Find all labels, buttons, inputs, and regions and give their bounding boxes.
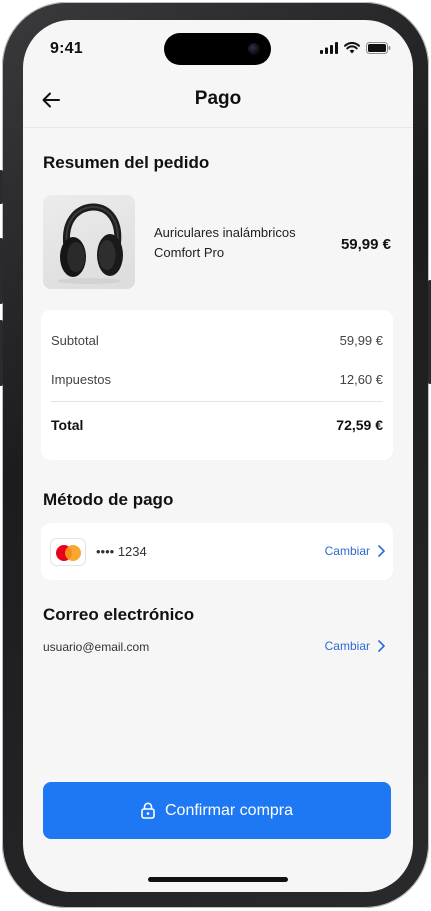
- battery-icon: [366, 42, 391, 54]
- volume-down-button: [0, 320, 3, 386]
- email-title: Correo electrónico: [43, 605, 195, 624]
- change-payment-label: Cambiar: [324, 544, 370, 558]
- product-price: 59,99 €: [340, 236, 391, 253]
- subtotal-label: Subtotal: [51, 333, 99, 348]
- total-row: Total 72,59 €: [51, 417, 383, 433]
- taxes-value: 12,60 €: [339, 372, 383, 387]
- price-summary-card: Subtotal 59,99 € Impuestos 12,60 € Total…: [41, 310, 393, 460]
- screen: 9:41 Pago Resumen del pedido Auriculares…: [23, 20, 413, 892]
- confirm-purchase-label: Confirmar compra: [164, 801, 294, 819]
- product-name: Auriculares inalámbricos Comfort Pro: [154, 223, 314, 263]
- product-name-line1: Auriculares inalámbricos: [154, 225, 296, 240]
- email-value: usuario@email.com: [43, 640, 150, 654]
- dynamic-island: [164, 33, 271, 65]
- subtotal-row: Subtotal 59,99 €: [51, 333, 383, 348]
- total-label: Total: [51, 417, 84, 433]
- page-title: Pago: [194, 88, 242, 109]
- total-value: 72,59 €: [336, 417, 383, 433]
- status-icons: [320, 42, 391, 54]
- change-email-label: Cambiar: [324, 639, 370, 653]
- product-name-line2: Comfort Pro: [154, 245, 225, 260]
- payment-method-card[interactable]: •••• 1234 Cambiar: [41, 523, 393, 580]
- order-summary-title: Resumen del pedido: [43, 153, 210, 172]
- payment-method-title: Método de pago: [43, 490, 174, 509]
- product-image: [43, 195, 135, 289]
- chevron-right-icon: [378, 640, 385, 652]
- change-payment-button[interactable]: Cambiar: [325, 544, 385, 558]
- chevron-right-icon: [378, 545, 385, 557]
- wifi-icon: [344, 42, 360, 54]
- camera-icon: [248, 43, 260, 55]
- status-bar: 9:41: [23, 20, 413, 76]
- taxes-row: Impuestos 12,60 €: [51, 372, 383, 387]
- taxes-label: Impuestos: [51, 372, 111, 387]
- navigation-bar: Pago: [23, 76, 413, 128]
- volume-up-button: [0, 238, 3, 304]
- home-indicator: [148, 877, 288, 882]
- confirm-purchase-button[interactable]: Confirmar compra: [43, 782, 391, 839]
- summary-divider: [51, 401, 383, 402]
- subtotal-value: 59,99 €: [339, 333, 383, 348]
- action-button: [0, 170, 3, 204]
- mastercard-icon: [50, 538, 86, 566]
- lock-icon: [141, 802, 155, 819]
- card-number: •••• 1234: [96, 544, 147, 559]
- signal-icon: [320, 42, 338, 54]
- status-time: 9:41: [50, 40, 83, 57]
- headphones-icon: [57, 203, 123, 284]
- phone-frame: 9:41 Pago Resumen del pedido Auriculares…: [0, 2, 431, 908]
- change-email-button[interactable]: Cambiar: [325, 639, 385, 653]
